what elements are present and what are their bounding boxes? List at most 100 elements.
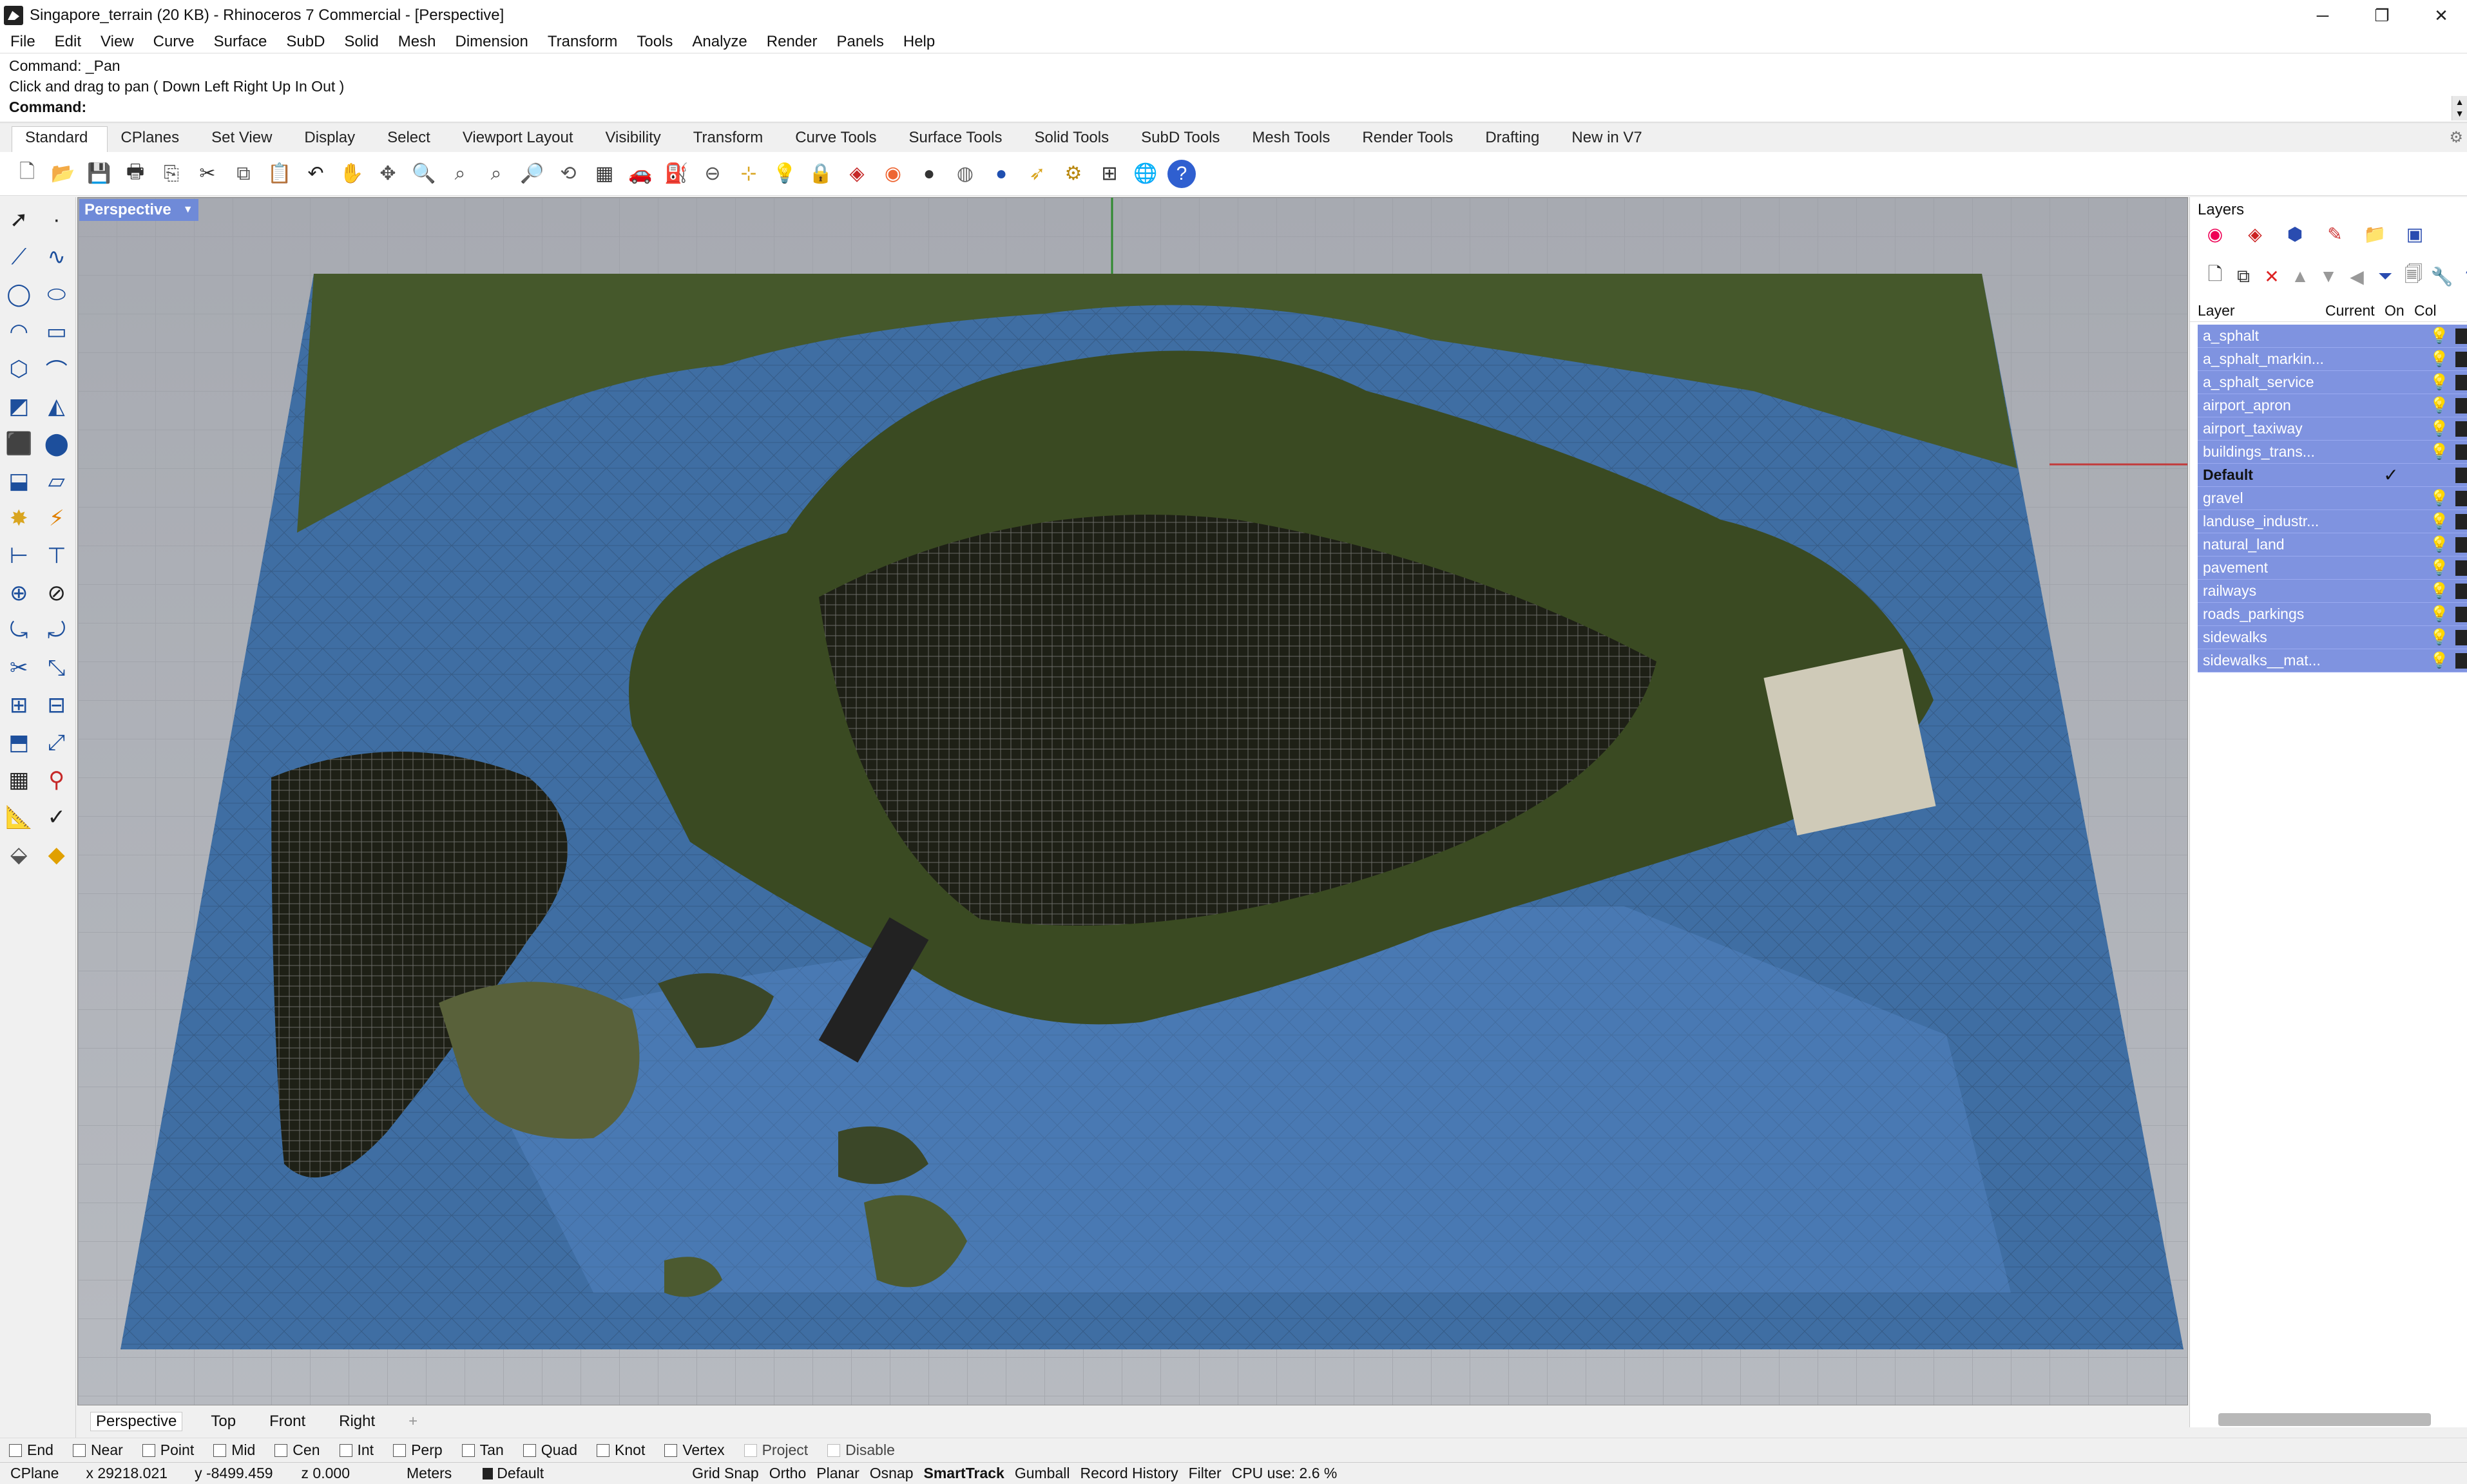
check-icon[interactable]: ✓ <box>43 803 71 832</box>
close-button[interactable]: ✕ <box>2412 0 2467 31</box>
settings-gear-icon[interactable]: ⚙ <box>1059 160 1088 188</box>
maximize-button[interactable]: ❐ <box>2353 0 2411 31</box>
layer-icon[interactable]: ◈ <box>843 160 871 188</box>
lightbulb-icon[interactable]: 💡 <box>2423 512 2455 531</box>
menu-solid[interactable]: Solid <box>344 33 378 51</box>
checkbox-icon[interactable] <box>744 1443 757 1457</box>
new-layer-icon[interactable]: 🗋 <box>2203 264 2227 289</box>
render-tab-icon[interactable]: ⬢ <box>2283 222 2307 246</box>
tab-surface-tools[interactable]: Surface Tools <box>896 126 1021 152</box>
layer-color-swatch[interactable] <box>2455 374 2467 390</box>
layer-color-swatch[interactable] <box>2455 513 2467 529</box>
layer-row[interactable]: airport_taxiway 💡 <box>2198 417 2467 441</box>
layer-row[interactable]: a_sphalt_markin... 💡 <box>2198 348 2467 371</box>
osnap-vertex[interactable]: Vertex <box>664 1441 725 1459</box>
text-icon[interactable]: ⊤ <box>43 541 71 571</box>
point-icon[interactable]: · <box>43 205 71 234</box>
checkbox-icon[interactable] <box>523 1443 536 1457</box>
menu-panels[interactable]: Panels <box>836 33 883 51</box>
lightbulb-icon[interactable]: 💡 <box>2423 373 2455 392</box>
column-header-on[interactable]: On <box>2385 302 2414 319</box>
layer-name[interactable]: Default <box>2198 466 2359 484</box>
layer-name[interactable]: a_sphalt <box>2198 327 2359 345</box>
import-icon[interactable]: ⎘ <box>157 160 186 188</box>
explode-icon[interactable]: ⊞ <box>5 690 33 720</box>
tab-subd-tools[interactable]: SubD Tools <box>1128 126 1239 152</box>
current-layer-indicator[interactable]: Default <box>483 1465 544 1482</box>
menu-render[interactable]: Render <box>767 33 818 51</box>
extrude-icon[interactable]: ⬓ <box>5 466 33 496</box>
menu-file[interactable]: File <box>10 33 35 51</box>
layer-row[interactable]: sidewalks__mat... 💡 <box>2198 649 2467 672</box>
array-icon[interactable]: ⊟ <box>43 690 71 720</box>
dimension-tool-icon[interactable]: ⊢ <box>5 541 33 571</box>
lightbulb-icon[interactable]: 💡 <box>2423 535 2455 554</box>
lightbulb-icon[interactable]: 💡 <box>2423 582 2455 600</box>
layer-row[interactable]: gravel 💡 <box>2198 487 2467 510</box>
move-up-icon[interactable]: ▲ <box>2288 264 2312 289</box>
units-label[interactable]: Meters <box>407 1465 452 1482</box>
checkbox-icon[interactable] <box>664 1443 678 1457</box>
lightbulb-icon[interactable]: 💡 <box>2423 628 2455 647</box>
lightbulb-icon[interactable]: 💡 <box>2423 350 2455 368</box>
menu-tools[interactable]: Tools <box>637 33 673 51</box>
command-input[interactable] <box>94 100 2446 119</box>
lightbulb-icon[interactable]: 💡 <box>2423 489 2455 508</box>
osnap-mid[interactable]: Mid <box>213 1441 255 1459</box>
tab-solid-tools[interactable]: Solid Tools <box>1021 126 1128 152</box>
layers-tab-icon[interactable]: ◈ <box>2243 222 2267 246</box>
box-icon[interactable]: ⬛ <box>5 429 33 459</box>
hide-icon[interactable]: ⛽ <box>662 160 691 188</box>
layer-name[interactable]: a_sphalt_markin... <box>2198 350 2359 368</box>
dimension-icon[interactable]: ⊞ <box>1095 160 1124 188</box>
join-icon[interactable]: ⤡ <box>43 653 71 683</box>
layer-name[interactable]: sidewalks <box>2198 629 2359 646</box>
command-scroll-spinner[interactable]: ▲ ▼ <box>2452 96 2467 120</box>
osnap-disable[interactable]: Disable <box>827 1441 895 1459</box>
add-viewport-tab-button[interactable]: + <box>403 1413 423 1431</box>
layer-row[interactable]: a_sphalt 💡 <box>2198 325 2467 348</box>
checkbox-icon[interactable] <box>461 1443 475 1457</box>
layer-color-swatch[interactable] <box>2455 490 2467 506</box>
menu-view[interactable]: View <box>101 33 134 51</box>
viewport-title-label[interactable]: Perspective ▼ <box>79 199 198 221</box>
checkbox-icon[interactable] <box>9 1443 22 1457</box>
checkbox-icon[interactable] <box>142 1443 155 1457</box>
print-icon[interactable]: 🖶 <box>121 160 149 188</box>
minimize-button[interactable]: ─ <box>2294 0 2352 31</box>
zoom-selected-icon[interactable]: 🔎 <box>518 160 546 188</box>
analyze-icon[interactable]: 📐 <box>5 803 33 832</box>
circle-icon[interactable]: ◯ <box>5 280 33 309</box>
curve-icon[interactable]: ∿ <box>43 242 71 272</box>
tab-new-in-v7[interactable]: New in V7 <box>1559 126 1661 152</box>
globe-icon[interactable]: 🌐 <box>1131 160 1160 188</box>
undo-view-icon[interactable]: ⟲ <box>554 160 582 188</box>
tools-icon[interactable]: 🔧 <box>2430 264 2454 289</box>
layer-color-swatch[interactable] <box>2455 629 2467 645</box>
cursor-icon[interactable]: ➶ <box>1023 160 1051 188</box>
cut-icon[interactable]: ✂ <box>193 160 222 188</box>
osnap-project[interactable]: Project <box>744 1441 808 1459</box>
car-icon[interactable]: 🚗 <box>626 160 655 188</box>
ortho-toggle[interactable]: Ortho <box>769 1465 807 1482</box>
tab-cplanes[interactable]: CPlanes <box>108 126 198 152</box>
layer-row[interactable]: buildings_trans... 💡 <box>2198 441 2467 464</box>
menu-subd[interactable]: SubD <box>286 33 325 51</box>
column-header-color[interactable]: Col <box>2414 302 2440 319</box>
current-layer-check[interactable]: ✓ <box>2359 464 2423 486</box>
select-arrow-icon[interactable]: ➚ <box>5 205 33 234</box>
pan-hand-icon[interactable]: ✋ <box>338 160 366 188</box>
help-icon[interactable]: ? <box>2458 264 2467 289</box>
loft-icon[interactable]: ◭ <box>43 392 71 421</box>
grid-array-icon[interactable]: ▦ <box>5 765 33 795</box>
osnap-point[interactable]: Point <box>142 1441 194 1459</box>
menu-transform[interactable]: Transform <box>548 33 617 51</box>
layer-color-swatch[interactable] <box>2455 606 2467 622</box>
menu-surface[interactable]: Surface <box>214 33 267 51</box>
layer-color-swatch[interactable] <box>2455 444 2467 460</box>
tab-set-view[interactable]: Set View <box>198 126 291 152</box>
arc-icon[interactable]: ◠ <box>5 317 33 347</box>
menu-analyze[interactable]: Analyze <box>692 33 747 51</box>
osnap-tan[interactable]: Tan <box>461 1441 504 1459</box>
tab-display[interactable]: Display <box>291 126 374 152</box>
